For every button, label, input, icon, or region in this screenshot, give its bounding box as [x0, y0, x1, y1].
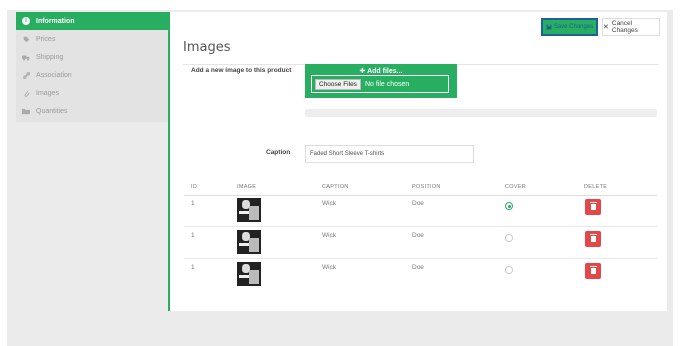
add-files-label: Add files... — [367, 68, 403, 75]
cell-position: Doe — [412, 200, 424, 207]
file-uploader[interactable]: ✚ Add files... Choose Files No file chos… — [305, 64, 457, 98]
col-header-caption: CAPTION — [322, 184, 349, 190]
trash-icon — [589, 266, 597, 274]
sidebar-item-images[interactable]: Images — [16, 84, 168, 102]
delete-button[interactable] — [585, 199, 601, 215]
file-status: No file chosen — [364, 80, 410, 88]
cell-id: 1 — [191, 200, 195, 207]
sidebar-item-label: Shipping — [36, 53, 64, 61]
image-thumbnail — [237, 230, 261, 254]
image-thumbnail — [237, 198, 261, 222]
sidebar: i Information Prices Shipping Associatio… — [16, 12, 168, 122]
cell-caption: Wick — [322, 232, 337, 239]
col-header-cover: COVER — [505, 184, 527, 190]
sidebar-item-label: Images — [36, 89, 59, 97]
col-header-delete: DELETE — [584, 184, 608, 190]
truck-icon — [22, 53, 30, 61]
info-icon: i — [22, 17, 30, 25]
sidebar-item-label: Information — [36, 17, 75, 25]
cell-caption: Wick — [322, 264, 337, 271]
paperclip-icon — [22, 89, 30, 97]
cancel-button[interactable]: ✕ Cancel Changes — [602, 18, 660, 36]
cancel-button-label: Cancel Changes — [611, 20, 638, 34]
tag-icon — [22, 35, 30, 43]
trash-icon — [589, 202, 597, 210]
col-header-id: ID — [191, 184, 198, 190]
image-thumbnail — [237, 262, 261, 286]
plus-icon: ✚ — [359, 68, 366, 75]
save-button-label: Save Changes — [553, 24, 594, 30]
images-panel: Save Changes ✕ Cancel Changes Images Add… — [168, 12, 667, 311]
sidebar-item-prices[interactable]: Prices — [16, 30, 168, 48]
folder-icon — [22, 107, 30, 115]
header-divider — [184, 195, 657, 196]
caption-input[interactable]: Faded Short Sleeve T-shirts — [305, 145, 474, 163]
sidebar-item-shipping[interactable]: Shipping — [16, 48, 168, 66]
cover-radio[interactable] — [505, 202, 513, 210]
add-image-label: Add a new image to this product — [191, 67, 292, 74]
choose-files-button[interactable]: Choose Files — [315, 78, 361, 90]
close-icon: ✕ — [603, 24, 609, 31]
caption-label: Caption — [266, 149, 291, 156]
cover-radio[interactable] — [505, 266, 513, 274]
sidebar-item-label: Quantities — [36, 107, 68, 115]
col-header-position: POSITION — [412, 184, 441, 190]
cell-position: Doe — [412, 232, 424, 239]
add-files-button[interactable]: ✚ Add files... — [305, 67, 457, 75]
save-button[interactable]: Save Changes — [541, 18, 598, 36]
cover-radio[interactable] — [505, 234, 513, 242]
page-title: Images — [183, 40, 231, 55]
delete-button[interactable] — [585, 231, 601, 247]
delete-button[interactable] — [585, 263, 601, 279]
upload-progress-bar — [305, 109, 657, 117]
trash-icon — [589, 234, 597, 242]
file-input[interactable]: Choose Files No file chosen — [311, 75, 449, 93]
cell-id: 1 — [191, 232, 195, 239]
sidebar-item-label: Association — [36, 71, 72, 79]
sidebar-item-information[interactable]: i Information — [16, 12, 168, 30]
link-icon — [22, 71, 30, 79]
sidebar-item-quantities[interactable]: Quantities — [16, 102, 168, 120]
row-divider — [184, 226, 657, 227]
cell-id: 1 — [191, 264, 195, 271]
row-divider — [184, 258, 657, 259]
sidebar-item-association[interactable]: Association — [16, 66, 168, 84]
col-header-image: IMAGE — [237, 184, 257, 190]
cell-position: Doe — [412, 264, 424, 271]
sidebar-item-label: Prices — [36, 35, 56, 43]
save-icon — [546, 24, 552, 30]
cell-caption: Wick — [322, 200, 337, 207]
